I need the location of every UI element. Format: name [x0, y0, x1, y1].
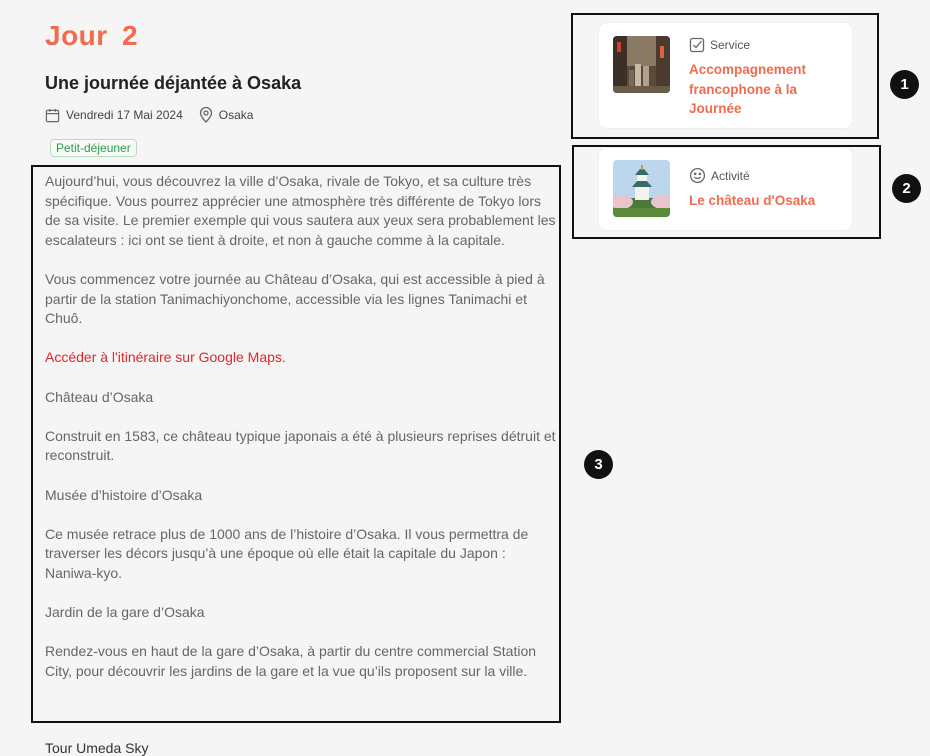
location-text: Osaka — [218, 108, 254, 122]
smiley-icon — [689, 167, 706, 184]
service-card[interactable]: Service Accompagnement francophone à la … — [599, 23, 852, 128]
service-kind: Service — [689, 37, 750, 53]
description-paragraph: Vous commencez votre journée au Château … — [45, 270, 545, 327]
badge-3: 3 — [584, 450, 613, 479]
day-meta: Vendredi 17 Mai 2024 Osaka — [45, 106, 269, 124]
activity-kind-label: Activité — [711, 168, 750, 183]
location-pin-icon — [199, 107, 212, 123]
service-kind-label: Service — [710, 38, 751, 52]
activity-thumbnail — [613, 160, 670, 217]
day-description: Aujourd’hui, vous découvrez la ville d’O… — [45, 172, 560, 701]
description-paragraph: Ce musée retrace plus de 1000 ans de l’h… — [45, 525, 529, 581]
google-maps-link[interactable]: Accéder à l'itinéraire sur Google Maps. — [45, 349, 286, 365]
section-heading: Jardin de la gare d’Osaka — [45, 604, 205, 621]
checkbox-icon — [689, 37, 705, 53]
section-heading: Château d’Osaka — [45, 388, 154, 405]
description-paragraph: Aujourd’hui, vous découvrez la ville d’O… — [45, 173, 556, 248]
activity-title[interactable]: Le château d'Osaka — [689, 191, 844, 211]
description-paragraph: Rendez-vous en haut de la gare d’Osaka, … — [45, 643, 537, 679]
service-thumbnail — [613, 36, 670, 93]
description-paragraph: Construit en 1583, ce château typique ja… — [45, 427, 556, 464]
date-info: Vendredi 17 Mai 2024 — [45, 108, 183, 123]
activity-card[interactable]: Activité Le château d'Osaka — [599, 148, 852, 230]
section-heading-cutoff: Tour Umeda Sky — [45, 740, 149, 756]
badge-2: 2 — [892, 174, 921, 203]
day-title: Jour 2 — [45, 20, 139, 51]
meal-tag: Petit-déjeuner — [50, 139, 137, 157]
section-heading: Musée d’histoire d’Osaka — [45, 486, 203, 503]
badge-1: 1 — [890, 70, 919, 99]
calendar-icon — [45, 108, 60, 122]
location-info: Osaka — [199, 107, 254, 123]
service-title[interactable]: Accompagnement francophone à la Journée — [689, 60, 834, 119]
activity-kind: Activité — [689, 167, 750, 184]
date-text: Vendredi 17 Mai 2024 — [66, 108, 183, 122]
day-subtitle: Une journée déjantée à Osaka — [45, 73, 302, 93]
